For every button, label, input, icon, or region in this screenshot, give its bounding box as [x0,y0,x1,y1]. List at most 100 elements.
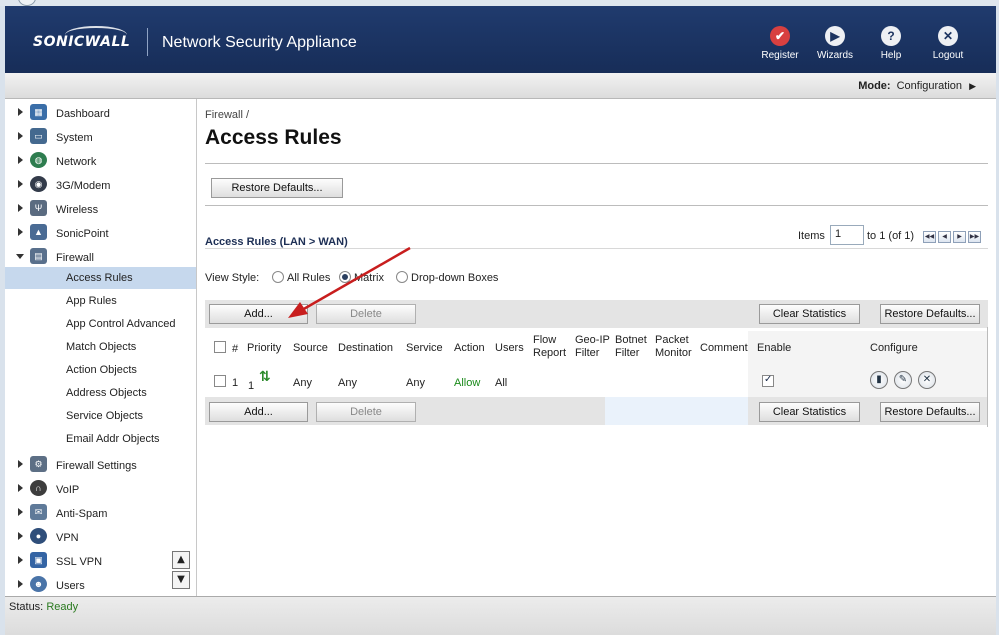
column-header-line: Flow [533,334,557,346]
view-style-dropdown-label[interactable]: Drop-down Boxes [411,272,498,284]
last-page-button[interactable]: ▶▶ [968,231,981,243]
sidebar-item-label: 3G/Modem [56,180,111,192]
register-button[interactable]: ✔ Register [755,26,805,61]
column-header-line: Filter [615,347,640,359]
clear-statistics-button-bottom[interactable]: Clear Statistics [759,402,860,422]
next-page-button[interactable]: ▶ [953,231,966,243]
sidebar-item-users[interactable]: ☻ Users [5,574,196,596]
column-header-destination[interactable]: Destination [338,342,393,355]
sidebar-item-ssl-vpn[interactable]: ▣ SSL VPN [5,550,196,572]
first-page-button[interactable]: ◀◀ [923,231,936,243]
sidebar-subitem-match-objects[interactable]: Match Objects [5,336,196,358]
sidebar-item-firewall[interactable]: ▤ Firewall [5,246,196,268]
sidebar-subitem-action-objects[interactable]: Action Objects [5,359,196,381]
divider [205,205,988,206]
help-button[interactable]: ? Help [866,26,916,61]
prev-page-button[interactable]: ◀ [938,231,951,243]
sidebar-subitem-service-objects[interactable]: Service Objects [5,405,196,427]
scroll-down-button[interactable]: ▼ [172,571,190,589]
logout-button[interactable]: ✕ Logout [923,26,973,61]
sidebar-item-anti-spam[interactable]: ✉ Anti-Spam [5,502,196,524]
access-point-icon: ▲ [30,224,47,240]
column-header-packet-monitor[interactable]: Packet Monitor [655,334,692,360]
expand-arrow-icon[interactable] [18,108,23,116]
sidebar-subitem-app-control-advanced[interactable]: App Control Advanced [5,313,196,335]
column-header-source[interactable]: Source [293,342,328,355]
view-style-matrix-radio[interactable] [339,271,351,283]
statistics-icon[interactable]: ▮ [870,371,888,389]
column-header-configure[interactable]: Configure [870,342,918,355]
sidebar-subitem-label: App Control Advanced [66,318,176,330]
row-enable-checkbox[interactable] [762,374,774,387]
expand-arrow-icon[interactable] [18,508,23,516]
view-style-all-rules-label[interactable]: All Rules [287,272,330,284]
column-header-botnet-filter[interactable]: Botnet Filter [615,334,647,360]
restore-defaults-top-button[interactable]: Restore Defaults... [211,178,343,198]
collapse-arrow-icon[interactable] [16,254,24,259]
sidebar-item-network[interactable]: ◍ Network [5,150,196,172]
sidebar-subitem-app-rules[interactable]: App Rules [5,290,196,312]
mode-value: Configuration [896,80,963,92]
expand-arrow-icon[interactable] [18,460,23,468]
sidebar-subitem-access-rules[interactable]: Access Rules [5,267,196,289]
row-select-checkbox[interactable] [214,375,226,387]
sidebar-item-wireless[interactable]: Ψ Wireless [5,198,196,220]
sidebar-item-label: VPN [56,532,79,544]
sidebar-item-3g-modem[interactable]: ◉ 3G/Modem [5,174,196,196]
scroll-up-button[interactable]: ▲ [172,551,190,569]
column-header-enable[interactable]: Enable [757,342,791,355]
content-right-edge [987,327,988,427]
headset-icon: ∩ [30,480,47,496]
view-style-all-rules-radio[interactable] [272,271,284,283]
delete-rule-button-bottom[interactable]: Delete [316,402,416,422]
sidebar-subitem-address-objects[interactable]: Address Objects [5,382,196,404]
add-rule-button-bottom[interactable]: Add... [209,402,308,422]
column-header-line: Report [533,347,567,359]
sidebar-item-sonicpoint[interactable]: ▲ SonicPoint [5,222,196,244]
delete-icon[interactable]: ✕ [918,371,936,389]
page-number-input[interactable]: 1 [830,225,864,245]
add-rule-button[interactable]: Add... [209,304,308,324]
logout-label: Logout [932,50,964,61]
row-source: Any [293,377,312,389]
breadcrumb[interactable]: Firewall / [205,109,249,121]
edit-icon[interactable]: ✎ [894,371,912,389]
view-style-matrix-label[interactable]: Matrix [354,272,384,284]
mode-selector[interactable]: Mode: Configuration ▶ [858,80,976,92]
column-header-service[interactable]: Service [406,342,443,355]
sidebar-item-voip[interactable]: ∩ VoIP [5,478,196,500]
restore-defaults-button[interactable]: Restore Defaults... [880,304,980,324]
expand-arrow-icon[interactable] [18,580,23,588]
enable-configure-column [748,331,988,397]
expand-arrow-icon[interactable] [18,556,23,564]
sidebar-item-vpn[interactable]: ● VPN [5,526,196,548]
clear-statistics-button[interactable]: Clear Statistics [759,304,860,324]
delete-rule-button[interactable]: Delete [316,304,416,324]
column-header-flow-report[interactable]: Flow Report [533,334,566,360]
expand-arrow-icon[interactable] [18,532,23,540]
select-all-checkbox[interactable] [214,341,226,353]
row-action: Allow [454,377,481,389]
expand-arrow-icon[interactable] [18,228,23,236]
expand-arrow-icon[interactable] [18,132,23,140]
priority-arrows-icon[interactable]: ⇅ [259,370,271,384]
expand-arrow-icon[interactable] [18,180,23,188]
expand-arrow-icon[interactable] [18,204,23,212]
page-range-text: to 1 (of 1) [867,230,915,242]
expand-arrow-icon[interactable] [18,156,23,164]
wizards-button[interactable]: ▶ Wizards [810,26,860,61]
column-header-users[interactable]: Users [495,342,524,355]
column-header-line: Packet [655,334,689,346]
column-header-geo-ip-filter[interactable]: Geo-IP Filter [575,334,610,360]
expand-arrow-icon[interactable] [18,484,23,492]
sidebar-item-firewall-settings[interactable]: ⚙ Firewall Settings [5,454,196,476]
sidebar-item-system[interactable]: ▭ System [5,126,196,148]
column-header-action[interactable]: Action [454,342,485,355]
column-header-num[interactable]: # [232,343,238,356]
sidebar-item-dashboard[interactable]: ▦ Dashboard [5,102,196,124]
view-style-dropdown-radio[interactable] [396,271,408,283]
restore-defaults-button-bottom[interactable]: Restore Defaults... [880,402,980,422]
column-header-comment[interactable]: Comment [700,342,748,355]
column-header-priority[interactable]: Priority [247,342,281,355]
sidebar-subitem-email-addr-objects[interactable]: Email Addr Objects [5,428,196,450]
